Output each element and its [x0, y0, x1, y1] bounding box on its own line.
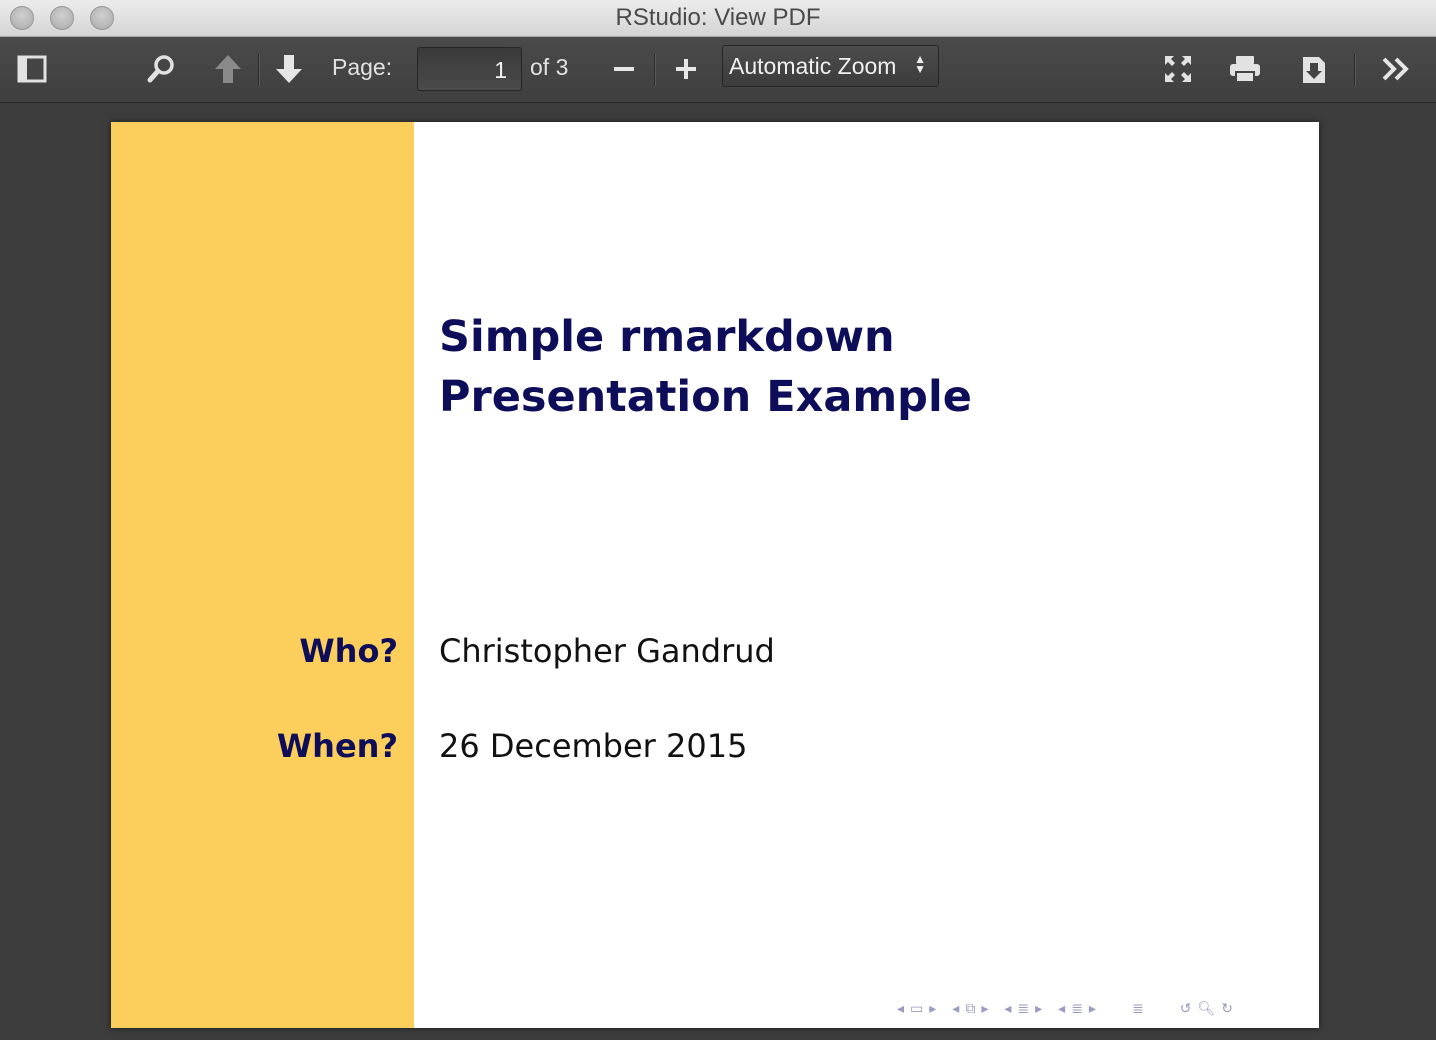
- nav-search-icon[interactable]: 🔍︎: [1197, 1000, 1215, 1017]
- download-icon[interactable]: [1296, 51, 1332, 87]
- pdf-toolbar: Page: 1 of 3 Automatic Zoom ▲ ▼: [0, 37, 1436, 103]
- page-total: of 3: [530, 54, 569, 80]
- tools-icon[interactable]: [1378, 51, 1414, 87]
- previous-page-icon[interactable]: [211, 51, 245, 87]
- slide-title: Simple rmarkdown Presentation Example: [439, 312, 972, 422]
- toolbar-separator: [1354, 54, 1355, 86]
- zoom-in-icon[interactable]: [671, 51, 701, 87]
- when-value: 26 December 2015: [439, 727, 748, 765]
- nav-document-icon[interactable]: ≣: [1071, 1000, 1083, 1017]
- zoom-select[interactable]: Automatic Zoom ▲ ▼: [722, 45, 939, 87]
- print-icon[interactable]: [1226, 51, 1264, 87]
- zoom-out-icon[interactable]: [609, 51, 639, 87]
- nav-prev-icon[interactable]: ◂: [1004, 1000, 1011, 1017]
- select-arrows-icon: ▲ ▼: [914, 52, 926, 76]
- nav-prev-icon[interactable]: ◂: [952, 1000, 959, 1017]
- nav-subsection-icon[interactable]: ⧉: [965, 1000, 975, 1017]
- nav-next-icon[interactable]: ▸: [929, 1000, 936, 1017]
- nav-forward-icon[interactable]: ↻: [1221, 1000, 1233, 1017]
- window-title: RStudio: View PDF: [615, 4, 821, 31]
- sidebar-toggle-icon[interactable]: [14, 51, 50, 87]
- window-titlebar: RStudio: View PDF: [0, 0, 1436, 37]
- zoom-select-value: Automatic Zoom: [729, 53, 897, 79]
- slide-sidebar: [111, 122, 414, 1028]
- nav-section-icon[interactable]: ≣: [1017, 1000, 1029, 1017]
- nav-prev-icon[interactable]: ◂: [1058, 1000, 1065, 1017]
- nav-back-icon[interactable]: ↺: [1180, 1000, 1192, 1017]
- presentation-mode-icon[interactable]: [1160, 51, 1196, 87]
- page-label: Page:: [332, 54, 393, 80]
- next-page-icon[interactable]: [272, 51, 306, 87]
- beamer-navigation-bar: ◂ ▭ ▸ ◂ ⧉ ▸ ◂ ≣ ▸ ◂ ≣ ▸ ≣ ↺ 🔍︎ ↻: [897, 1000, 1233, 1017]
- who-label: Who?: [299, 632, 398, 670]
- pdf-page: Simple rmarkdown Presentation Example Wh…: [111, 122, 1319, 1028]
- who-value: Christopher Gandrud: [439, 632, 775, 670]
- nav-next-icon[interactable]: ▸: [981, 1000, 988, 1017]
- nav-frame-icon[interactable]: ▭: [910, 1000, 923, 1017]
- when-label: When?: [276, 727, 398, 765]
- page-number-input[interactable]: 1: [417, 47, 522, 91]
- nav-next-icon[interactable]: ▸: [1035, 1000, 1042, 1017]
- search-icon[interactable]: [144, 51, 178, 87]
- toolbar-separator: [654, 54, 655, 86]
- toolbar-separator: [258, 54, 259, 86]
- nav-prev-icon[interactable]: ◂: [897, 1000, 904, 1017]
- nav-next-icon[interactable]: ▸: [1089, 1000, 1096, 1017]
- nav-align-icon[interactable]: ≣: [1132, 1000, 1144, 1017]
